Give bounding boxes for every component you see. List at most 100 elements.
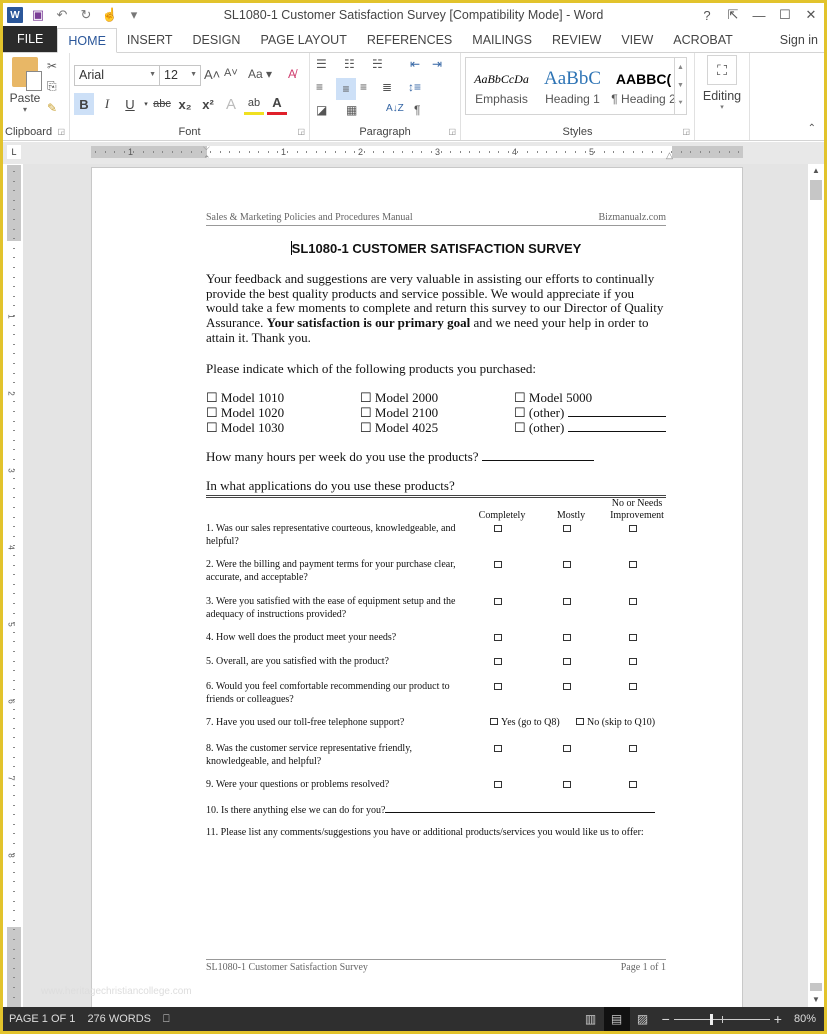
redo-icon[interactable]: ↻ <box>77 6 95 24</box>
customize-qat-icon[interactable]: ▾ <box>125 6 143 24</box>
product-option[interactable]: ☐ Model 2100 <box>360 405 514 420</box>
checkbox-completely[interactable] <box>494 525 502 532</box>
tab-view[interactable]: VIEW <box>611 28 663 52</box>
document-page[interactable]: Sales & Marketing Policies and Procedure… <box>91 167 743 1013</box>
styles-scroll[interactable]: ▲ ▼ ⯆ <box>674 58 686 114</box>
chevron-up-icon[interactable]: ▲ <box>677 64 684 71</box>
superscript-button[interactable]: x² <box>198 93 218 115</box>
checkbox-mostly[interactable] <box>563 598 571 605</box>
tab-file[interactable]: FILE <box>3 26 58 52</box>
text-effects-button[interactable]: A <box>221 93 241 115</box>
save-icon[interactable]: ▣ <box>29 6 47 24</box>
chevron-down-icon[interactable]: ▼ <box>677 82 684 89</box>
justify-icon[interactable]: ≣ <box>382 80 392 94</box>
style-emphasis[interactable]: AaBbCcDa Emphasis <box>466 58 537 114</box>
product-option-other[interactable]: ☐ (other) <box>514 405 666 420</box>
other-blank[interactable] <box>567 421 666 432</box>
checkbox-completely[interactable] <box>494 745 502 752</box>
checkbox-completely[interactable] <box>494 683 502 690</box>
checkbox-mostly[interactable] <box>563 525 571 532</box>
checkbox-needs-improvement[interactable] <box>629 745 637 752</box>
scroll-down-icon[interactable]: ▼ <box>808 993 824 1007</box>
collapse-ribbon-icon[interactable]: ⌃ <box>808 123 816 134</box>
tab-references[interactable]: REFERENCES <box>357 28 462 52</box>
strikethrough-button[interactable]: abc <box>152 93 172 115</box>
shrink-font-icon[interactable]: A˅ <box>224 67 238 79</box>
dialog-launcher-icon[interactable]: ◲ <box>448 127 456 136</box>
underline-button[interactable]: U <box>120 93 140 115</box>
style-heading-1[interactable]: AaBbC Heading 1 <box>537 58 608 114</box>
zoom-in-button[interactable]: + <box>774 1011 782 1027</box>
scroll-up-icon[interactable]: ▲ <box>808 164 824 178</box>
tab-review[interactable]: REVIEW <box>542 28 611 52</box>
product-option[interactable]: ☐ Model 1010 <box>206 390 360 405</box>
page-count[interactable]: PAGE 1 OF 1 <box>3 1013 81 1025</box>
tab-design[interactable]: DESIGN <box>183 28 251 52</box>
checkbox-completely[interactable] <box>494 634 502 641</box>
dialog-launcher-icon[interactable]: ◲ <box>682 127 690 136</box>
undo-icon[interactable]: ↶ <box>53 6 71 24</box>
copy-icon[interactable]: ⎘ <box>47 79 57 94</box>
checkbox-completely[interactable] <box>494 598 502 605</box>
web-layout-icon[interactable]: ▨ <box>630 1007 656 1031</box>
print-layout-icon[interactable]: ▤ <box>603 1007 630 1031</box>
zoom-slider-thumb[interactable] <box>710 1013 714 1025</box>
q10-blank[interactable] <box>385 803 656 813</box>
hours-blank[interactable] <box>481 450 594 461</box>
more-styles-icon[interactable]: ⯆ <box>678 100 684 108</box>
other-blank[interactable] <box>567 406 666 417</box>
chevron-down-icon[interactable]: ▾ <box>143 93 149 115</box>
ribbon-display-options-icon[interactable]: ⇱ <box>720 7 746 23</box>
checkbox-mostly[interactable] <box>563 781 571 788</box>
italic-button[interactable]: I <box>97 93 117 115</box>
checkbox-needs-improvement[interactable] <box>629 683 637 690</box>
checkbox-needs-improvement[interactable] <box>629 561 637 568</box>
proofing-icon[interactable]: ⎕ <box>157 1013 176 1026</box>
product-option[interactable]: ☐ Model 5000 <box>514 390 666 405</box>
tab-acrobat[interactable]: ACROBAT <box>663 28 743 52</box>
product-option[interactable]: ☐ Model 1020 <box>206 405 360 420</box>
close-button[interactable]: ✕ <box>798 7 824 23</box>
decrease-indent-icon[interactable]: ⇤ <box>410 57 420 71</box>
checkbox-completely[interactable] <box>494 781 502 788</box>
checkbox-needs-improvement[interactable] <box>629 781 637 788</box>
checkbox[interactable] <box>490 718 498 725</box>
yes-option[interactable]: Yes (go to Q8) <box>490 717 560 728</box>
bullets-icon[interactable]: ☰ <box>316 57 327 71</box>
checkbox-mostly[interactable] <box>563 561 571 568</box>
first-line-indent-marker[interactable]: ⌵ <box>203 142 210 153</box>
zoom-level[interactable]: 80% <box>788 1013 824 1025</box>
product-option[interactable]: ☐ Model 4025 <box>360 420 514 435</box>
increase-indent-icon[interactable]: ⇥ <box>432 57 442 71</box>
align-center-icon[interactable]: ≡ <box>336 78 356 100</box>
subscript-button[interactable]: x₂ <box>175 93 195 115</box>
dialog-launcher-icon[interactable]: ◲ <box>57 127 65 136</box>
horizontal-ruler[interactable]: 1 1 2 3 4 5 ⌵ ⌃ △ <box>91 142 743 164</box>
tab-mailings[interactable]: MAILINGS <box>462 28 542 52</box>
vertical-ruler[interactable]: 12345678 <box>7 165 21 1007</box>
font-size-input[interactable]: 12 ▼ <box>159 65 201 86</box>
bold-button[interactable]: B <box>74 93 94 115</box>
align-left-icon[interactable]: ≡ <box>316 80 323 94</box>
touch-mode-icon[interactable]: ☝ <box>101 6 119 24</box>
format-painter-icon[interactable]: ✎ <box>47 101 57 115</box>
chevron-down-icon[interactable]: ▼ <box>149 71 156 78</box>
checkbox-mostly[interactable] <box>563 683 571 690</box>
checkbox-needs-improvement[interactable] <box>629 634 637 641</box>
chevron-down-icon[interactable]: ▼ <box>190 71 197 78</box>
show-formatting-marks-icon[interactable]: ¶ <box>414 103 420 117</box>
product-option[interactable]: ☐ Model 1030 <box>206 420 360 435</box>
style-heading-2[interactable]: AABBC( ¶ Heading 2 <box>608 58 679 114</box>
word-count[interactable]: 276 WORDS <box>81 1013 157 1025</box>
vertical-scrollbar[interactable]: ▲ ▼ <box>808 164 824 1007</box>
highlight-button[interactable]: ab <box>244 93 264 115</box>
editing-button[interactable]: ⛶ Editing ▾ <box>701 55 743 111</box>
maximize-button[interactable]: ☐ <box>772 7 798 23</box>
align-right-icon[interactable]: ≡ <box>360 80 367 94</box>
tab-page-layout[interactable]: PAGE LAYOUT <box>250 28 356 52</box>
zoom-out-button[interactable]: − <box>662 1011 670 1027</box>
font-color-button[interactable]: A <box>267 93 287 115</box>
checkbox[interactable] <box>576 718 584 725</box>
paste-button[interactable]: Paste ▾ <box>7 57 43 114</box>
read-mode-icon[interactable]: ▥ <box>578 1007 604 1031</box>
